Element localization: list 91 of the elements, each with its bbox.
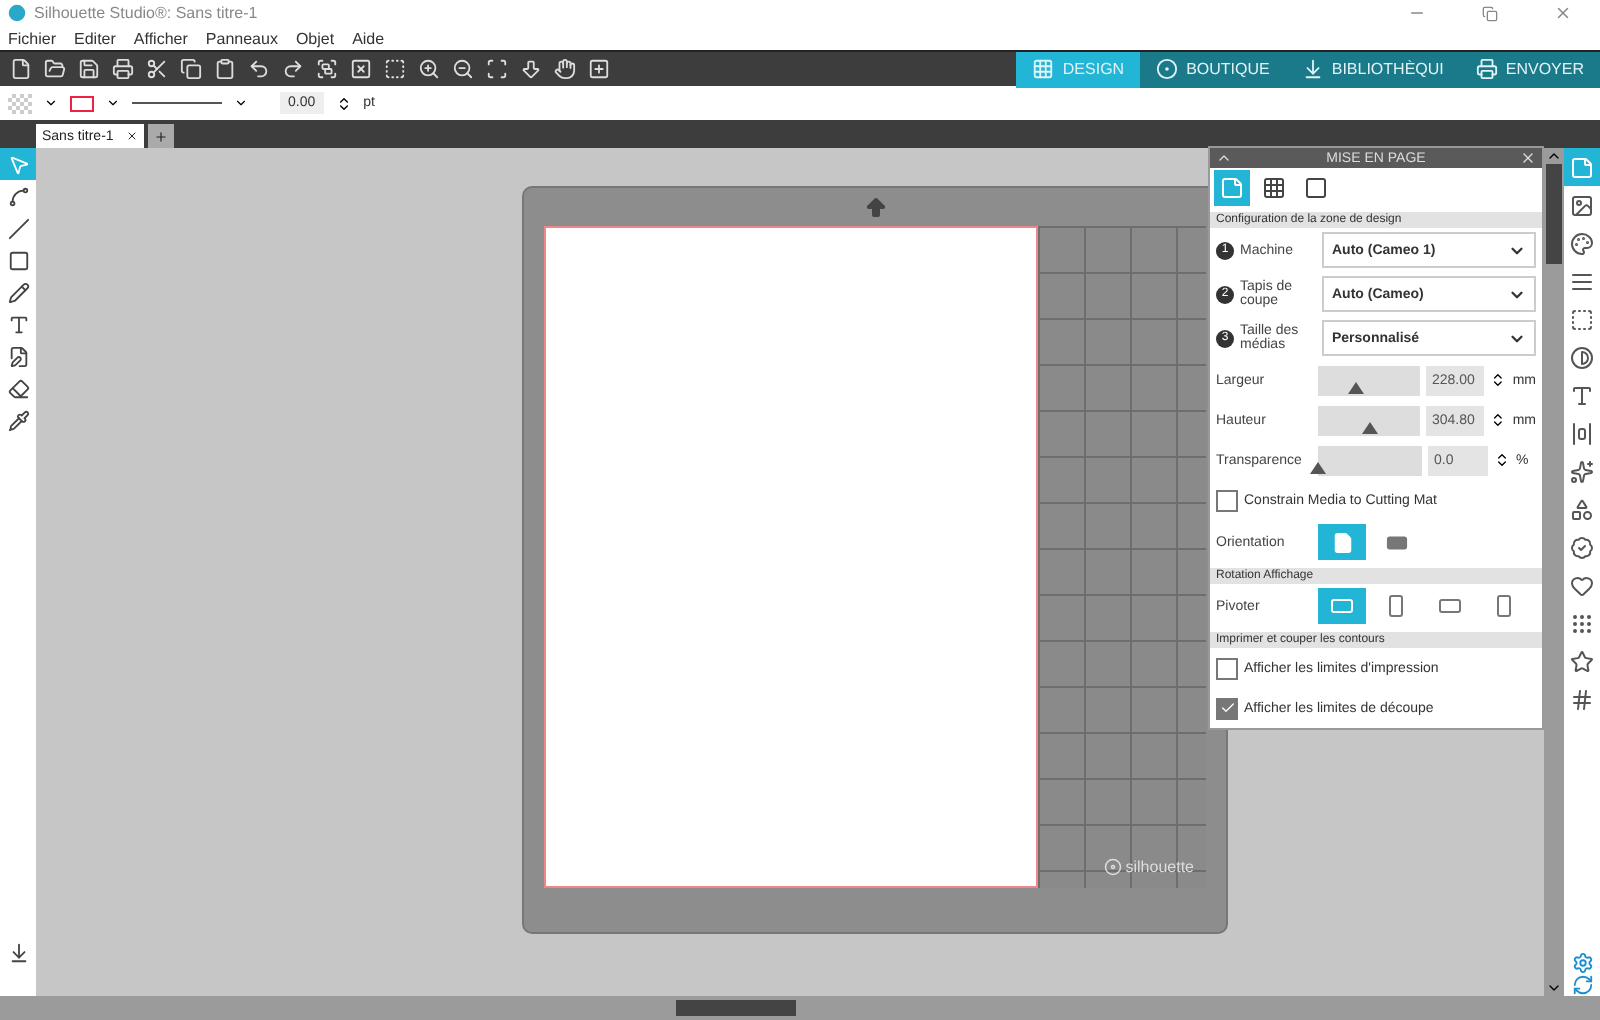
spinner-icon[interactable] (335, 95, 352, 111)
edit-icon (7, 345, 29, 367)
restore-icon[interactable] (1482, 5, 1498, 21)
lines-icon (1570, 269, 1594, 293)
frame-icon (1570, 307, 1594, 331)
caret-icon[interactable] (44, 96, 58, 110)
close-icon[interactable] (125, 130, 138, 142)
rectangle-icon (7, 249, 29, 271)
move-down-icon[interactable] (520, 58, 542, 80)
checkbox[interactable] (1216, 697, 1238, 719)
save-icon[interactable] (78, 58, 100, 80)
zoom-out-icon[interactable] (452, 58, 474, 80)
sync-icon[interactable] (1571, 974, 1593, 996)
arrow-up-icon (863, 196, 887, 220)
nav-tab[interactable]: BOUTIQUE (1140, 51, 1286, 87)
image-icon (1570, 193, 1594, 217)
spinner-icon[interactable] (1494, 452, 1510, 468)
undo-icon[interactable] (248, 58, 270, 80)
line-icon (7, 217, 29, 239)
horizontal-scrollbar[interactable] (0, 996, 1600, 1020)
nav-tab[interactable]: BIBLIOTHÈQUI (1285, 51, 1460, 87)
slider-thumb[interactable] (1361, 421, 1377, 433)
plus-icon (153, 129, 168, 143)
align-icon (1570, 421, 1594, 445)
page-icon (1570, 155, 1594, 179)
fill-swatch[interactable] (8, 93, 32, 113)
slider-thumb[interactable] (1348, 381, 1365, 393)
scroll-up-icon[interactable] (1546, 148, 1562, 164)
check-icon (1219, 700, 1235, 716)
ungroup-icon[interactable] (350, 58, 372, 80)
heart-icon (1570, 573, 1594, 597)
checkbox[interactable] (1216, 489, 1238, 511)
star-icon (1570, 649, 1594, 673)
spinner-icon[interactable] (1490, 372, 1507, 388)
shapes-icon (1570, 497, 1594, 521)
pointer-icon (7, 153, 29, 175)
collapse-icon[interactable] (1216, 150, 1232, 166)
vertical-scrollbar[interactable] (1544, 148, 1564, 996)
grid-icon (1032, 58, 1055, 80)
text-icon (1570, 383, 1594, 407)
settings-icon[interactable] (1571, 952, 1593, 974)
logo-icon (1103, 858, 1122, 876)
scroll-thumb[interactable] (676, 1000, 796, 1016)
menu-item[interactable]: Afficher (133, 29, 188, 47)
scroll-down-icon[interactable] (1546, 980, 1562, 996)
caret-icon[interactable] (234, 96, 248, 110)
slider-thumb[interactable] (1310, 461, 1326, 473)
new-file-icon[interactable] (10, 58, 32, 80)
print-icon[interactable] (112, 58, 134, 80)
menu-item[interactable]: Fichier (8, 29, 57, 47)
palette-icon (1570, 231, 1594, 255)
download-icon (1301, 58, 1324, 80)
nav-tab[interactable]: ENVOYER (1459, 51, 1600, 87)
eraser-icon (7, 377, 29, 399)
paste-icon[interactable] (214, 58, 236, 80)
zoom-in-icon[interactable] (418, 58, 440, 80)
cut-icon[interactable] (146, 58, 168, 80)
add-frame-icon[interactable] (588, 58, 610, 80)
text-icon (7, 313, 29, 335)
open-folder-icon[interactable] (44, 58, 66, 80)
contrast-icon (1570, 345, 1594, 369)
menu-item[interactable]: Aide (352, 29, 385, 47)
dots-icon (1570, 611, 1594, 635)
sparkle-icon (1570, 459, 1594, 483)
line-color-swatch[interactable] (70, 95, 94, 111)
mat-brand: silhouette (1103, 858, 1194, 876)
page-icon (1220, 176, 1244, 200)
scroll-thumb[interactable] (1546, 164, 1562, 264)
window-title: Silhouette Studio®: Sans titre-1 (34, 4, 260, 22)
curve-icon (7, 185, 29, 207)
menu-item[interactable]: Panneaux (205, 29, 278, 47)
landscape-page-icon (1385, 531, 1407, 553)
pencil-icon (7, 281, 29, 303)
hand-icon[interactable] (554, 58, 576, 80)
circle-icon (1156, 58, 1179, 80)
copy-icon[interactable] (180, 58, 202, 80)
zoom-fit-icon[interactable] (486, 58, 508, 80)
group-icon[interactable] (316, 58, 338, 80)
redo-icon[interactable] (282, 58, 304, 80)
portrait-page-icon (1331, 531, 1353, 553)
app-logo-icon (8, 4, 26, 22)
slider-track[interactable] (1318, 365, 1420, 395)
checkbox[interactable] (1216, 657, 1238, 679)
menu-item[interactable]: Objet (295, 29, 335, 47)
slider-track[interactable] (1318, 405, 1420, 435)
download-icon (7, 941, 29, 963)
grid-icon (1262, 176, 1286, 200)
spinner-icon[interactable] (1490, 412, 1507, 428)
caret-icon[interactable] (106, 96, 120, 110)
new-tab-button[interactable] (147, 124, 174, 148)
menu-item[interactable]: Editer (74, 29, 116, 47)
